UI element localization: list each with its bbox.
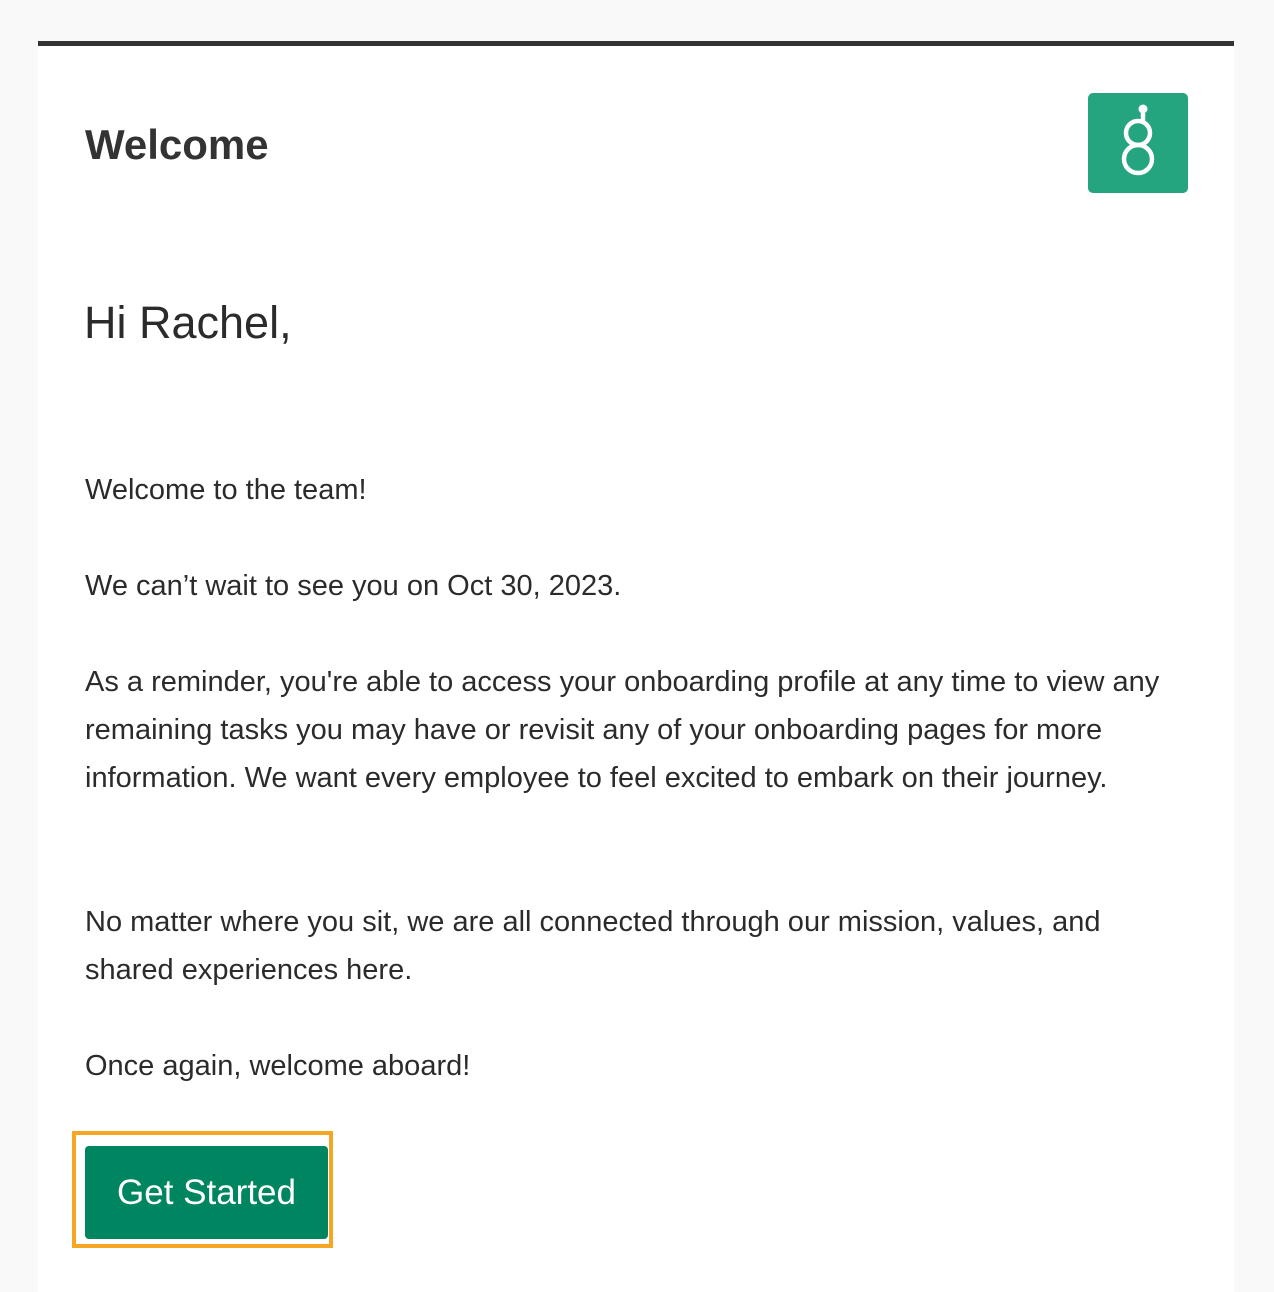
greeting: Hi Rachel,: [84, 297, 292, 348]
greenhouse-logo-icon: [1088, 93, 1188, 193]
closing-paragraph: Once again, welcome aboard!: [85, 1050, 471, 1082]
reminder-paragraph: As a reminder, you're able to access you…: [85, 666, 1160, 794]
get-started-button[interactable]: Get Started: [85, 1146, 328, 1239]
mission-paragraph: No matter where you sit, we are all conn…: [85, 906, 1101, 986]
start-date-paragraph: We can’t wait to see you on Oct 30, 2023…: [85, 570, 622, 602]
welcome-paragraph: Welcome to the team!: [85, 474, 367, 506]
g-letter-icon: [1121, 104, 1155, 176]
email-title: Welcome: [85, 121, 269, 168]
email-card: Welcome Hi Rachel, Welcome to the team! …: [38, 41, 1234, 1292]
